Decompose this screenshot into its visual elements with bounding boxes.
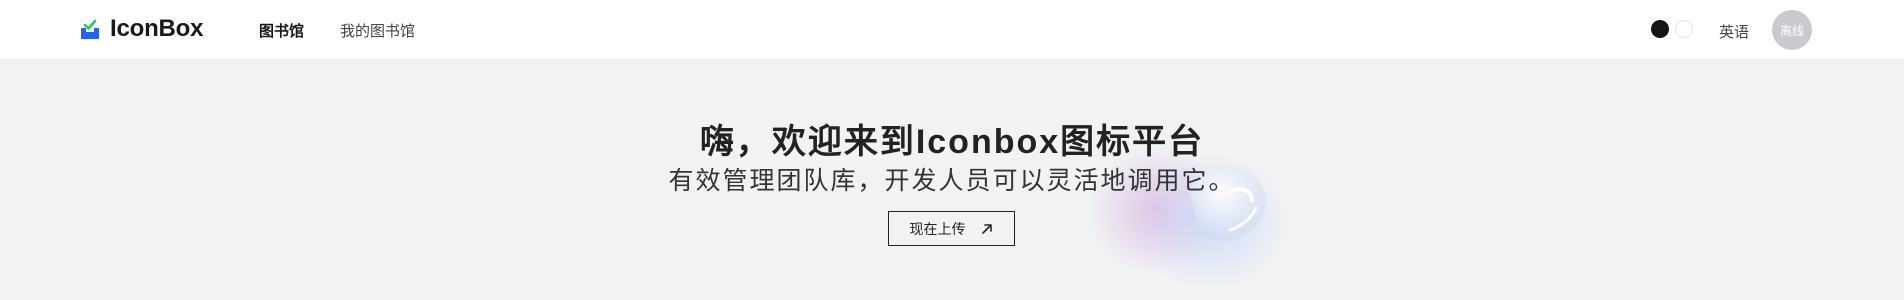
upload-button-label: 现在上传 (909, 220, 966, 237)
iconbox-logo-icon (81, 19, 99, 39)
language-switch[interactable]: 英语 (1719, 21, 1749, 42)
brand-logo[interactable]: IconBox (80, 14, 203, 44)
upload-now-button[interactable]: 现在上传 (888, 211, 1015, 246)
avatar-status-label: 离线 (1779, 23, 1804, 38)
light-theme-toggle[interactable] (1675, 20, 1693, 38)
hero-title: 嗨，欢迎来到Iconbox图标平台 (699, 123, 1205, 161)
avatar[interactable]: 离线 (1772, 10, 1812, 50)
top-navigation-bar: IconBox 图书馆 我的图书馆 英语 离线 (0, 0, 1904, 59)
main-nav: 图书馆 我的图书馆 (259, 20, 415, 41)
nav-item-my-library[interactable]: 我的图书馆 (340, 20, 415, 41)
hero-subtitle: 有效管理团队库，开发人员可以灵活地调用它。 (668, 167, 1236, 195)
brand-name: IconBox (110, 15, 204, 42)
nav-item-library[interactable]: 图书馆 (259, 20, 304, 41)
dark-theme-toggle[interactable] (1651, 20, 1669, 38)
arrow-up-right-icon (981, 223, 992, 234)
